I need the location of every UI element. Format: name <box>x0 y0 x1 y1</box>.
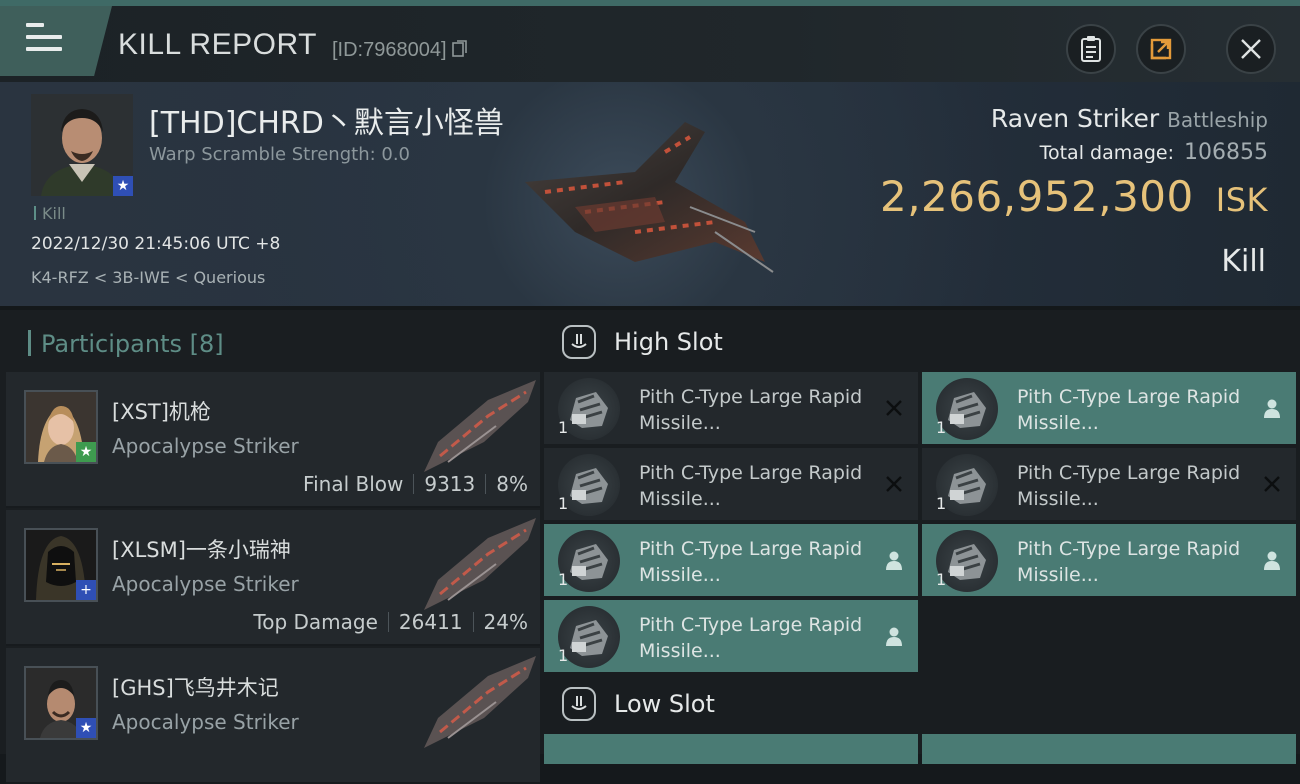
result-label: Kill <box>1221 244 1266 279</box>
header-bar: KILL REPORT [ID:7968004] <box>0 6 1300 82</box>
warp-scramble-strength: Warp Scramble Strength: 0.0 <box>149 144 411 165</box>
report-id: [ID:7968004] <box>332 39 468 62</box>
module-item[interactable]: 1 Pith C-Type Large Rapid Missile... <box>922 448 1296 520</box>
clipboard-button[interactable] <box>1066 24 1116 74</box>
apocalypse-ship-icon <box>424 656 536 748</box>
isk-amount: 2,266,952,300 <box>879 172 1194 221</box>
low-slot-header: Low Slot <box>562 684 715 724</box>
close-icon <box>1241 39 1261 59</box>
damage-percent: 8% <box>496 472 528 496</box>
participant-row[interactable]: ★ [XST]机枪 Apocalypse Striker Final Blow 9… <box>6 372 540 508</box>
module-item[interactable]: 1 Pith C-Type Large Rapid Missile... <box>922 524 1296 596</box>
participant-row[interactable]: + [XLSM]一条小瑞神 Apocalypse Striker Top Dam… <box>6 510 540 646</box>
module-item[interactable]: 1 Pith C-Type Large Rapid Missile... <box>544 524 918 596</box>
module-name: Pith C-Type Large Rapid Missile... <box>639 614 863 662</box>
victim-ship-image <box>525 122 774 273</box>
participant-name: [XST]机枪 <box>112 400 211 424</box>
low-slot-icon <box>562 687 596 721</box>
participant-row[interactable]: ★ [GHS]飞鸟井木记 Apocalypse Striker <box>6 648 540 784</box>
destroyed-icon <box>882 396 906 420</box>
apocalypse-ship-icon <box>424 518 536 610</box>
participant-avatar: ★ <box>24 390 98 464</box>
security-badge: ★ <box>76 442 96 462</box>
menu-button[interactable] <box>0 6 112 76</box>
participant-stats: Final Blow 9313 8% <box>303 472 528 496</box>
report-id-text: [ID:7968004] <box>332 39 447 61</box>
module-item[interactable]: 1 Pith C-Type Large Rapid Missile... <box>544 600 918 672</box>
isk-value: 2,266,952,300 ISK <box>880 172 1268 221</box>
share-button[interactable] <box>1136 24 1186 74</box>
low-slot-module[interactable] <box>544 734 918 764</box>
module-quantity: 1 <box>558 646 569 665</box>
damage-value: 9313 <box>424 472 476 496</box>
kill-timestamp: 2022/12/30 21:45:06 UTC +8 <box>31 234 281 254</box>
participant-ship: Apocalypse Striker <box>112 572 299 596</box>
participant-name: [GHS]飞鸟井木记 <box>112 676 279 700</box>
module-name: Pith C-Type Large Rapid Missile... <box>639 462 863 510</box>
module-quantity: 1 <box>936 494 947 513</box>
victim-ship-name: Raven Striker Battleship <box>991 104 1268 133</box>
clipboard-icon <box>1081 36 1101 62</box>
participant-name: [XLSM]一条小瑞神 <box>112 538 291 562</box>
module-quantity: 1 <box>558 494 569 513</box>
module-name: Pith C-Type Large Rapid Missile... <box>639 386 863 434</box>
total-damage-value: 106855 <box>1184 140 1268 165</box>
victim-security-badge: ★ <box>113 176 133 196</box>
destroyed-icon <box>882 472 906 496</box>
participants-header: Participants [8] <box>28 330 224 358</box>
module-item[interactable]: 1 Pith C-Type Large Rapid Missile... <box>544 372 918 444</box>
fitting-panel: High Slot 1 Pith C-Type Large Rapid Missi… <box>540 306 1300 764</box>
module-item[interactable]: 1 Pith C-Type Large Rapid Missile... <box>544 448 918 520</box>
kill-tag: Kill <box>34 204 66 223</box>
total-damage-label: Total damage: <box>1039 142 1175 164</box>
apocalypse-ship-icon <box>424 380 536 472</box>
kill-location[interactable]: K4-RFZ < 3B-IWE < Querious <box>31 268 265 287</box>
module-name: Pith C-Type Large Rapid Missile... <box>1017 386 1241 434</box>
victim-avatar[interactable]: ★ <box>31 94 133 196</box>
total-damage: Total damage: 106855 <box>1040 140 1268 165</box>
damage-percent: 24% <box>483 610 528 634</box>
share-icon <box>1150 38 1172 60</box>
close-button[interactable] <box>1226 24 1276 74</box>
damage-value: 26411 <box>398 610 463 634</box>
participant-ship: Apocalypse Striker <box>112 710 299 734</box>
final-blow-label: Final Blow <box>303 472 404 496</box>
top-damage-label: Top Damage <box>253 610 378 634</box>
low-slot-label: Low Slot <box>614 690 715 718</box>
participant-ship: Apocalypse Striker <box>112 434 299 458</box>
participant-avatar: + <box>24 528 98 602</box>
module-item[interactable]: 1 Pith C-Type Large Rapid Missile... <box>922 372 1296 444</box>
participants-panel: Participants [8] ★ [XST]机枪 Apocalypse St… <box>0 306 540 784</box>
module-quantity: 1 <box>936 418 947 437</box>
copy-icon[interactable] <box>452 40 468 58</box>
module-name: Pith C-Type Large Rapid Missile... <box>1017 538 1241 586</box>
hamburger-icon <box>26 23 62 59</box>
security-badge: + <box>76 580 96 600</box>
high-slot-label: High Slot <box>614 328 723 356</box>
page-title: KILL REPORT <box>118 28 317 61</box>
victim-name: [THD]CHRD丶默言小怪兽 <box>149 106 504 141</box>
ship-type-text: Raven Striker <box>990 104 1160 133</box>
high-slot-header: High Slot <box>562 322 723 362</box>
isk-unit: ISK <box>1215 181 1268 219</box>
module-quantity: 1 <box>558 418 569 437</box>
victim-panel: ★ [THD]CHRD丶默言小怪兽 Warp Scramble Strength… <box>0 82 1300 306</box>
dropped-icon <box>1260 396 1284 420</box>
dropped-icon <box>882 548 906 572</box>
ship-class-text: Battleship <box>1167 108 1268 132</box>
module-quantity: 1 <box>558 570 569 589</box>
dropped-icon <box>882 624 906 648</box>
module-name: Pith C-Type Large Rapid Missile... <box>639 538 863 586</box>
dropped-icon <box>1260 548 1284 572</box>
module-quantity: 1 <box>936 570 947 589</box>
participant-avatar: ★ <box>24 666 98 740</box>
high-slot-icon <box>562 325 596 359</box>
module-name: Pith C-Type Large Rapid Missile... <box>1017 462 1241 510</box>
participant-stats: Top Damage 26411 24% <box>253 610 528 634</box>
security-badge: ★ <box>76 718 96 738</box>
destroyed-icon <box>1260 472 1284 496</box>
low-slot-module[interactable] <box>922 734 1296 764</box>
